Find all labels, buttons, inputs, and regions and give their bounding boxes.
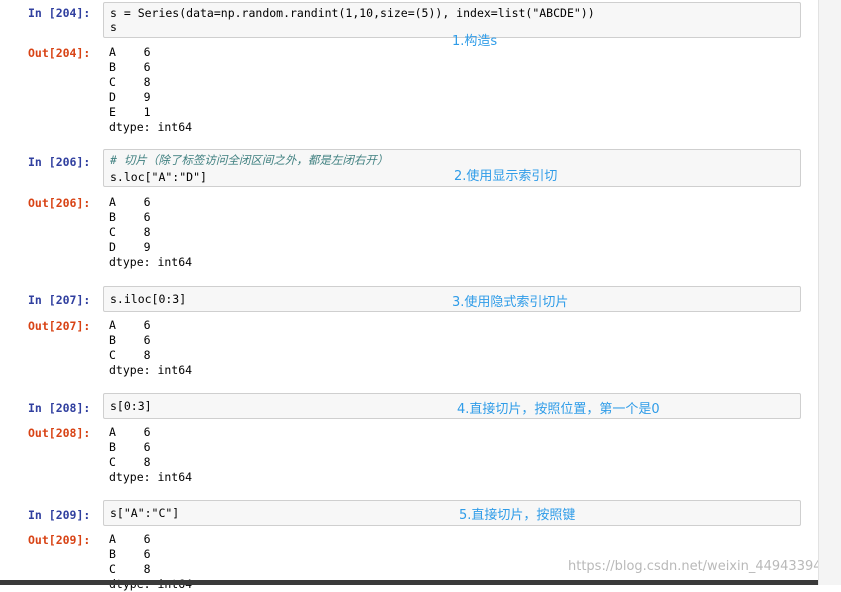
code-text: s.iloc[0:3]: [110, 292, 187, 306]
output-line: E 1: [109, 105, 151, 119]
code-text: s.loc["A":"D"]: [110, 170, 207, 184]
code-line: s.loc["A":"D"]: [110, 170, 207, 184]
output-line: B 6: [109, 547, 151, 561]
code-input-cell-206[interactable]: # 切片（除了标签访问全闭区间之外，都是左闭右开） s.loc["A":"D"]…: [103, 149, 801, 187]
out-prompt-204: Out[204]:: [28, 46, 91, 60]
output-line: C 8: [109, 225, 151, 239]
code-text: s: [110, 20, 117, 34]
bottom-edge-bar: [0, 580, 818, 585]
in-prompt-207: In [207]:: [28, 293, 91, 307]
output-line: B 6: [109, 440, 151, 454]
output-line: C 8: [109, 455, 151, 469]
annotation-implicit-index: 3.使用隐式索引切片: [452, 295, 569, 310]
output-dtype: dtype: int64: [109, 120, 193, 134]
output-line: C 8: [109, 75, 151, 89]
in-prompt-204: In [204]:: [28, 6, 91, 20]
in-prompt-209: In [209]:: [28, 508, 91, 522]
annotation-key-slice: 5.直接切片，按照键: [459, 508, 576, 523]
output-dtype: dtype: int64: [109, 363, 193, 377]
in-prompt-208: In [208]:: [28, 401, 91, 415]
code-line: s["A":"C"]: [110, 506, 179, 520]
output-line: B 6: [109, 210, 151, 224]
output-line: A 6: [109, 318, 151, 332]
annotation-position-slice: 4.直接切片，按照位置，第一个是0: [457, 402, 660, 417]
code-comment: # 切片（除了标签访问全闭区间之外，都是左闭右开）: [110, 153, 389, 167]
code-line: s = Series(data=np.random.randint(1,10,s…: [110, 6, 595, 20]
output-line: B 6: [109, 333, 151, 347]
code-input-cell-204[interactable]: s = Series(data=np.random.randint(1,10,s…: [103, 2, 801, 49]
annotation-explicit-index: 2.使用显示索引切: [454, 169, 558, 184]
code-input-cell-207[interactable]: s.iloc[0:3] 3.使用隐式索引切片: [103, 286, 801, 312]
code-line: s[0:3]: [110, 399, 152, 413]
code-line: s: [110, 20, 117, 34]
annotation-construct: 1.构造s: [452, 34, 498, 49]
output-line: C 8: [109, 348, 151, 362]
out-prompt-208: Out[208]:: [28, 426, 91, 440]
out-prompt-207: Out[207]:: [28, 319, 91, 333]
output-line: C 8: [109, 562, 151, 576]
code-text: s[0:3]: [110, 399, 152, 413]
scrollbar-gutter[interactable]: [818, 0, 841, 585]
output-line: D 9: [109, 90, 151, 104]
output-dtype: dtype: int64: [109, 470, 193, 484]
code-input-cell-208[interactable]: s[0:3] 4.直接切片，按照位置，第一个是0: [103, 393, 801, 419]
output-line: A 6: [109, 532, 151, 546]
out-prompt-209: Out[209]:: [28, 533, 91, 547]
out-prompt-206: Out[206]:: [28, 196, 91, 210]
in-prompt-206: In [206]:: [28, 155, 91, 169]
output-line: D 9: [109, 240, 151, 254]
code-text: s = Series(data=np.random.randint(1,10,s…: [110, 6, 595, 20]
output-line: B 6: [109, 60, 151, 74]
output-line: A 6: [109, 195, 151, 209]
code-line: s.iloc[0:3]: [110, 292, 186, 306]
code-text: s["A":"C"]: [110, 506, 180, 520]
output-line: A 6: [109, 45, 151, 59]
output-dtype: dtype: int64: [109, 255, 193, 269]
notebook-area: In [204]: s = Series(data=np.random.rand…: [0, 0, 822, 591]
code-input-cell-209[interactable]: s["A":"C"] 5.直接切片，按照键: [103, 500, 801, 526]
output-line: A 6: [109, 425, 151, 439]
watermark: https://blog.csdn.net/weixin_44943394: [568, 559, 822, 574]
